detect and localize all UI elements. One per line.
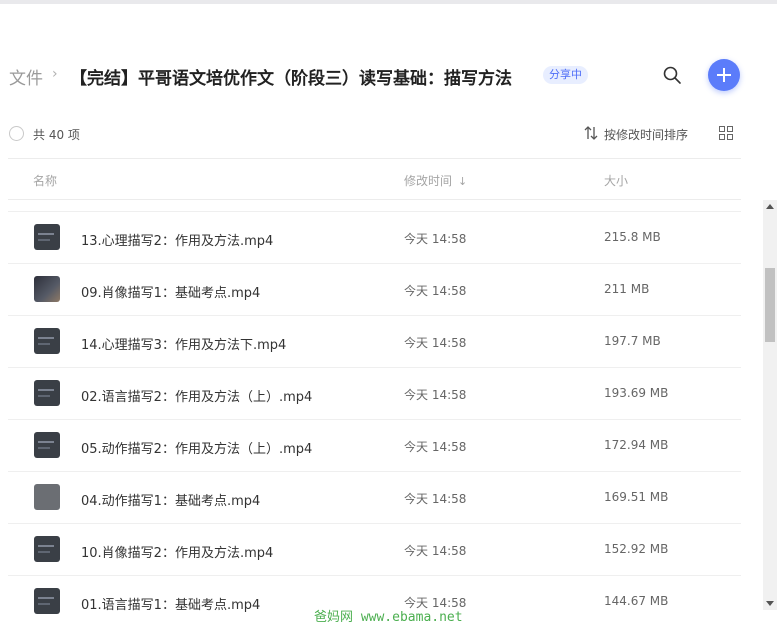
file-mtime: 今天 14:58 (404, 388, 467, 402)
share-status-badge[interactable]: 分享中 (543, 66, 588, 84)
watermark-text: 爸妈网 www.ebama.net (314, 610, 463, 625)
item-count: 共 40 项 (33, 128, 80, 142)
grid-view-icon[interactable] (719, 126, 733, 140)
sort-icon[interactable] (584, 125, 598, 141)
column-header-mtime[interactable]: 修改时间 ↓ (404, 172, 467, 189)
file-size: 144.67 MB (604, 594, 669, 608)
table-row[interactable]: 10.肖像描写2：作用及方法.mp4 今天 14:58 152.92 MB (8, 523, 741, 576)
table-row[interactable]: 13.心理描写2：作用及方法.mp4 今天 14:58 215.8 MB (8, 211, 741, 264)
video-thumbnail (34, 432, 60, 458)
column-header-size[interactable]: 大小 (604, 172, 628, 189)
file-name[interactable]: 13.心理描写2：作用及方法.mp4 (81, 230, 273, 249)
file-size: 197.7 MB (604, 334, 661, 348)
divider (8, 158, 741, 159)
file-size: 169.51 MB (604, 490, 669, 504)
video-thumbnail (34, 484, 60, 510)
search-icon[interactable] (662, 65, 682, 85)
column-header-name[interactable]: 名称 (33, 172, 57, 189)
file-name[interactable]: 02.语言描写2：作用及方法（上）.mp4 (81, 386, 312, 405)
video-thumbnail (34, 536, 60, 562)
file-mtime: 今天 14:58 (404, 544, 467, 558)
video-thumbnail (34, 328, 60, 354)
column-header-mtime-label: 修改时间 (404, 174, 453, 188)
file-size: 193.69 MB (604, 386, 669, 400)
file-mtime: 今天 14:58 (404, 492, 467, 506)
file-size: 152.92 MB (604, 542, 669, 556)
table-row[interactable]: 04.动作描写1：基础考点.mp4 今天 14:58 169.51 MB (8, 471, 741, 524)
list-toolbar: 共 40 项 按修改时间排序 (0, 120, 777, 148)
file-name[interactable]: 01.语言描写1：基础考点.mp4 (81, 594, 260, 613)
add-button[interactable] (708, 59, 740, 91)
table-row[interactable]: 02.语言描写2：作用及方法（上）.mp4 今天 14:58 193.69 MB (8, 367, 741, 420)
file-size: 211 MB (604, 282, 650, 296)
divider (8, 199, 741, 200)
file-mtime: 今天 14:58 (404, 440, 467, 454)
vertical-scrollbar[interactable] (763, 200, 777, 610)
select-all-checkbox[interactable] (9, 126, 24, 141)
breadcrumb-separator: › (52, 66, 58, 82)
header: 文件 › 【完结】平哥语文培优作文（阶段三）读写基础：描写方法 分享中 (0, 56, 777, 96)
file-name[interactable]: 04.动作描写1：基础考点.mp4 (81, 490, 260, 509)
video-thumbnail (34, 276, 60, 302)
file-mtime: 今天 14:58 (404, 232, 467, 246)
table-row[interactable]: 14.心理描写3：作用及方法下.mp4 今天 14:58 197.7 MB (8, 315, 741, 368)
sort-down-icon: ↓ (458, 175, 468, 188)
sort-button[interactable]: 按修改时间排序 (604, 126, 688, 143)
breadcrumb-root[interactable]: 文件 (9, 64, 43, 89)
top-border (0, 0, 777, 4)
table-row[interactable]: 09.肖像描写1：基础考点.mp4 今天 14:58 211 MB (8, 263, 741, 316)
file-size: 215.8 MB (604, 230, 661, 244)
file-list: 13.心理描写2：作用及方法.mp4 今天 14:58 215.8 MB 09.… (0, 211, 762, 627)
video-thumbnail (34, 588, 60, 614)
file-name[interactable]: 10.肖像描写2：作用及方法.mp4 (81, 542, 273, 561)
scrollbar-thumb[interactable] (765, 268, 775, 342)
file-name[interactable]: 05.动作描写2：作用及方法（上）.mp4 (81, 438, 312, 457)
file-mtime: 今天 14:58 (404, 284, 467, 298)
file-name[interactable]: 14.心理描写3：作用及方法下.mp4 (81, 334, 286, 353)
scroll-up-arrow-icon[interactable] (766, 204, 774, 209)
page-title: 【完结】平哥语文培优作文（阶段三）读写基础：描写方法 (70, 69, 512, 89)
scroll-down-arrow-icon[interactable] (766, 601, 774, 606)
file-mtime: 今天 14:58 (404, 336, 467, 350)
video-thumbnail (34, 380, 60, 406)
video-thumbnail (34, 224, 60, 250)
file-name[interactable]: 09.肖像描写1：基础考点.mp4 (81, 282, 260, 301)
table-row[interactable]: 05.动作描写2：作用及方法（上）.mp4 今天 14:58 172.94 MB (8, 419, 741, 472)
file-size: 172.94 MB (604, 438, 669, 452)
